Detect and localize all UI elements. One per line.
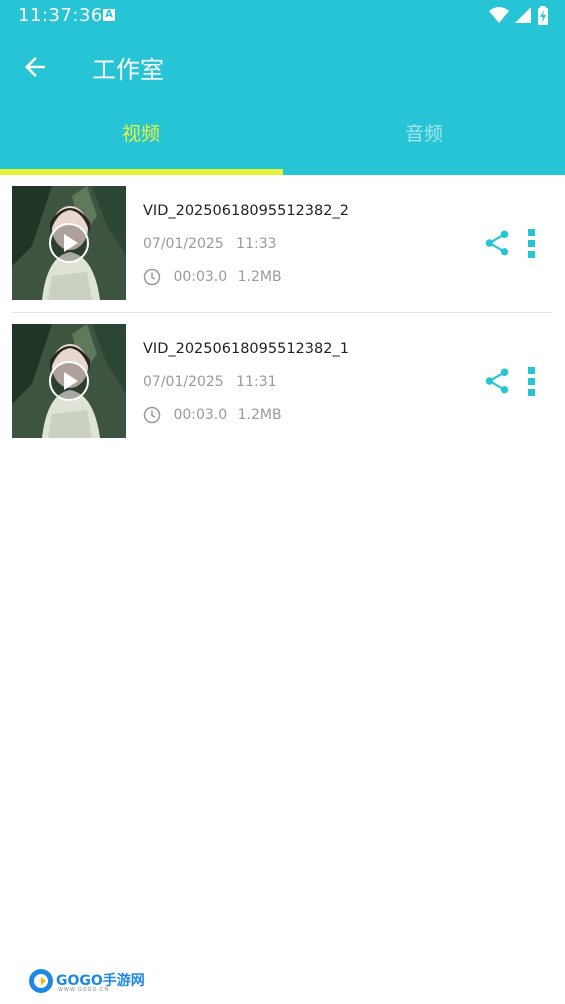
play-icon xyxy=(49,361,89,401)
video-time: 11:33 xyxy=(236,236,277,252)
status-icons xyxy=(488,6,549,26)
status-time: 11:37:36 xyxy=(18,5,103,26)
tab-video[interactable]: 视频 xyxy=(0,100,282,175)
more-vert-icon xyxy=(528,367,535,396)
tab-audio[interactable]: 音频 xyxy=(283,100,565,175)
app-bar: 工作室 xyxy=(0,32,565,100)
page-title: 工作室 xyxy=(92,56,164,84)
tab-bar: 视频 音频 xyxy=(0,100,565,175)
clock-icon xyxy=(143,268,161,286)
list-item[interactable]: VID_20250618095512382_1 07/01/2025 11:31… xyxy=(0,313,565,451)
video-meta: 00:03.0 1.2MB xyxy=(143,268,288,286)
status-bar: 11:37:36 A xyxy=(0,0,565,32)
play-button[interactable] xyxy=(49,223,89,263)
back-button[interactable] xyxy=(20,52,50,82)
video-size: 1.2MB xyxy=(237,269,282,285)
share-button[interactable] xyxy=(482,228,512,258)
video-size: 1.2MB xyxy=(237,407,282,423)
play-button[interactable] xyxy=(49,361,89,401)
list-item[interactable]: VID_20250618095512382_2 07/01/2025 11:33… xyxy=(0,175,565,313)
arrow-back-icon xyxy=(25,57,45,77)
more-options-button[interactable] xyxy=(522,366,542,396)
battery-icon xyxy=(538,6,548,25)
video-datetime: 07/01/2025 11:33 xyxy=(143,236,285,252)
share-icon xyxy=(485,230,509,256)
more-vert-icon xyxy=(528,229,535,258)
watermark-subtext: WWW.GOGO.CN xyxy=(58,987,110,993)
more-options-button[interactable] xyxy=(522,228,542,258)
notification-icon: A xyxy=(103,9,115,21)
watermark-logo: GOGO手游网 WWW.GOGO.CN xyxy=(28,968,145,996)
clock-icon xyxy=(143,406,161,424)
video-duration: 00:03.0 xyxy=(173,269,228,285)
video-time: 11:31 xyxy=(236,374,277,390)
gogo-logo-icon xyxy=(29,969,53,993)
share-icon xyxy=(485,368,509,394)
video-meta: 00:03.0 1.2MB xyxy=(143,406,288,424)
video-list: VID_20250618095512382_2 07/01/2025 11:33… xyxy=(0,175,565,451)
video-date: 07/01/2025 xyxy=(143,236,224,252)
video-date: 07/01/2025 xyxy=(143,374,224,390)
share-button[interactable] xyxy=(482,366,512,396)
video-datetime: 07/01/2025 11:31 xyxy=(143,374,285,390)
video-thumbnail[interactable] xyxy=(12,324,126,438)
video-name: VID_20250618095512382_2 xyxy=(143,203,349,219)
video-thumbnail[interactable] xyxy=(12,186,126,300)
play-icon xyxy=(49,223,89,263)
header: 11:37:36 A 工作室 视频 音频 xyxy=(0,0,565,175)
video-name: VID_20250618095512382_1 xyxy=(143,341,349,357)
wifi-icon xyxy=(488,7,509,23)
video-duration: 00:03.0 xyxy=(173,407,228,423)
signal-icon xyxy=(514,7,531,23)
